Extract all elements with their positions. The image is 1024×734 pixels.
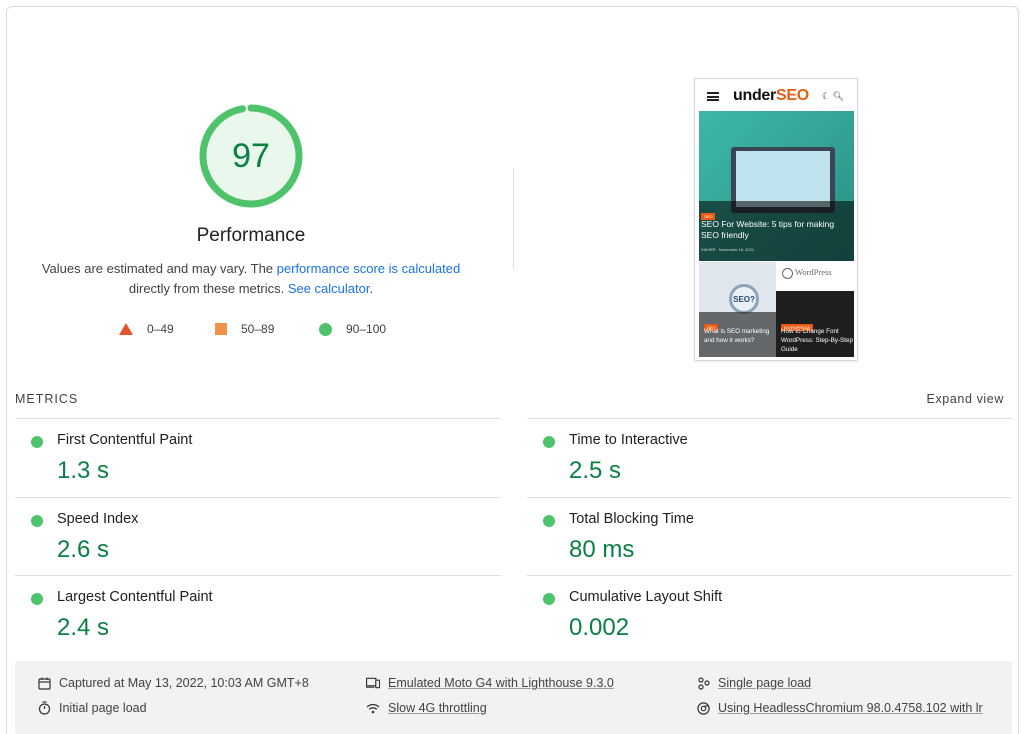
description-text: Values are estimated and may vary. The: [41, 261, 277, 276]
pass-circle-icon: [31, 436, 43, 448]
metric-title: First Contentful Paint: [57, 432, 193, 448]
metric-first-contentful-paint: First Contentful Paint 1.3 s: [15, 419, 500, 497]
moon-search-icons: ☾ 🔍︎: [822, 91, 844, 101]
score-calculated-link[interactable]: performance score is calculated: [277, 261, 461, 276]
emulated-device[interactable]: Emulated Moto G4 with Lighthouse 9.3.0: [366, 676, 614, 690]
molecule-icon: [696, 676, 710, 690]
description-period: .: [369, 281, 374, 296]
expand-view-toggle[interactable]: Expand view: [927, 392, 1004, 406]
metric-value: 0.002: [569, 614, 630, 641]
calendar-icon: [37, 676, 51, 690]
menu-icon: [707, 92, 719, 101]
wordpress-logo: WordPress: [782, 267, 832, 279]
description-text-2: directly from these metrics.: [128, 281, 288, 296]
legend-pass: 90–100: [319, 322, 386, 336]
card2-title: How to Change Font WordPress: Step-By-St…: [781, 328, 853, 353]
post-card-wordpress: WordPress WORDPRESS How to Change Font W…: [776, 262, 854, 357]
metric-value: 2.4 s: [57, 614, 110, 641]
final-screenshot[interactable]: underSEO ☾ 🔍︎ SEO SEO For Website: 5 tip…: [694, 78, 858, 361]
post-card-seo: SEO? SEO What is SEO marketing and how i…: [699, 262, 776, 357]
single-page-load[interactable]: Single page load: [696, 676, 811, 690]
captured-at: Captured at May 13, 2022, 10:03 AM GMT+8: [37, 676, 309, 690]
devices-icon: [366, 676, 380, 690]
metric-value: 80 ms: [569, 536, 635, 563]
metric-cumulative-layout-shift: Cumulative Layout Shift 0.002: [527, 576, 1012, 654]
score-description: Values are estimated and may vary. The p…: [40, 259, 462, 299]
initial-page-load: Initial page load: [37, 701, 147, 715]
pass-circle-icon: [543, 593, 555, 605]
legend-average-label: 50–89: [241, 322, 275, 336]
score-legend: 0–49 50–89 90–100: [119, 320, 386, 338]
vertical-divider: [513, 168, 514, 270]
site-logo: underSEO: [733, 87, 809, 104]
legend-average: 50–89: [215, 322, 319, 336]
metric-largest-contentful-paint: Largest Contentful Paint 2.4 s: [15, 576, 500, 654]
runtime-settings: Captured at May 13, 2022, 10:03 AM GMT+8…: [15, 661, 1012, 734]
legend-pass-label: 90–100: [346, 322, 387, 336]
metric-title: Speed Index: [57, 511, 139, 527]
magnifier-icon: SEO?: [729, 284, 759, 314]
chrome-icon: [696, 701, 710, 715]
metrics-heading: METRICS: [15, 392, 79, 406]
pass-circle-icon: [543, 436, 555, 448]
legend-fail-label: 0–49: [147, 322, 174, 336]
metric-time-to-interactive: Time to Interactive 2.5 s: [527, 419, 1012, 497]
metric-title: Largest Contentful Paint: [57, 589, 213, 605]
browser-version[interactable]: Using HeadlessChromium 98.0.4758.102 wit…: [696, 701, 983, 715]
hero-meta: XAVIER · November 16, 2021: [701, 247, 755, 252]
square-icon: [215, 323, 227, 335]
score-value: 97: [232, 136, 270, 175]
legend-fail: 0–49: [119, 322, 215, 336]
pass-circle-icon: [31, 593, 43, 605]
hero-title: SEO For Website: 5 tips for making SEO f…: [701, 219, 835, 240]
thumb-header: underSEO ☾ 🔍︎: [695, 79, 857, 111]
circle-icon: [319, 322, 332, 336]
network-throttling[interactable]: Slow 4G throttling: [366, 701, 487, 715]
metric-title: Cumulative Layout Shift: [569, 589, 723, 605]
metric-value: 2.5 s: [569, 457, 622, 484]
pass-circle-icon: [31, 515, 43, 527]
metric-speed-index: Speed Index 2.6 s: [15, 498, 500, 576]
see-calculator-link[interactable]: See calculator: [288, 281, 370, 296]
triangle-icon: [119, 323, 133, 335]
metric-value: 2.6 s: [57, 536, 110, 563]
stopwatch-icon: [37, 701, 51, 715]
pass-circle-icon: [543, 515, 555, 527]
metric-title: Time to Interactive: [569, 432, 688, 448]
metric-title: Total Blocking Time: [569, 511, 694, 527]
category-title: Performance: [196, 225, 306, 246]
metric-value: 1.3 s: [57, 457, 110, 484]
wifi-icon: [366, 701, 380, 715]
score-gauge: 97: [199, 104, 303, 208]
metric-total-blocking-time: Total Blocking Time 80 ms: [527, 498, 1012, 576]
card1-title: What is SEO marketing and how it works?: [704, 328, 770, 344]
